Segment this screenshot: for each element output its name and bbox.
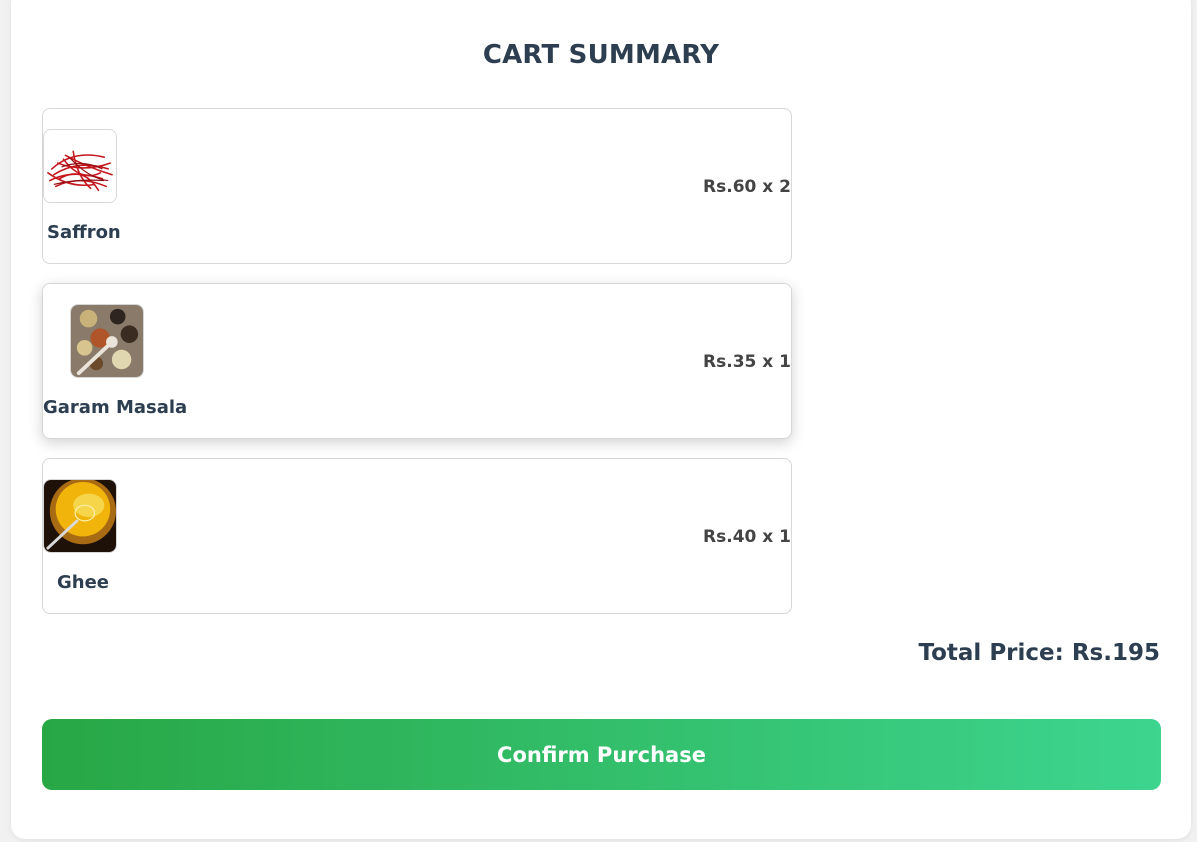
garam-masala-icon xyxy=(70,304,144,378)
item-name: Saffron xyxy=(47,222,121,243)
cart-item-garam-masala: Garam Masala Rs.35 x 1 xyxy=(42,283,792,439)
total-price: Total Price: Rs.195 xyxy=(918,640,1160,666)
saffron-icon xyxy=(43,129,117,203)
cart-item-ghee: Ghee Rs.40 x 1 xyxy=(42,458,792,614)
cart-summary-card: CART SUMMARY Saffron Rs.60 x 2 Garam Mas… xyxy=(11,0,1191,839)
cart-item-saffron: Saffron Rs.60 x 2 xyxy=(42,108,792,264)
item-name: Garam Masala xyxy=(43,397,188,418)
item-price-quantity: Rs.35 x 1 xyxy=(703,352,791,372)
page-title: CART SUMMARY xyxy=(482,40,720,70)
item-name: Ghee xyxy=(57,572,110,593)
item-price-quantity: Rs.40 x 1 xyxy=(703,527,791,547)
ghee-icon xyxy=(43,479,117,553)
item-price-quantity: Rs.60 x 2 xyxy=(703,177,791,197)
confirm-purchase-button[interactable]: Confirm Purchase xyxy=(42,719,1161,790)
